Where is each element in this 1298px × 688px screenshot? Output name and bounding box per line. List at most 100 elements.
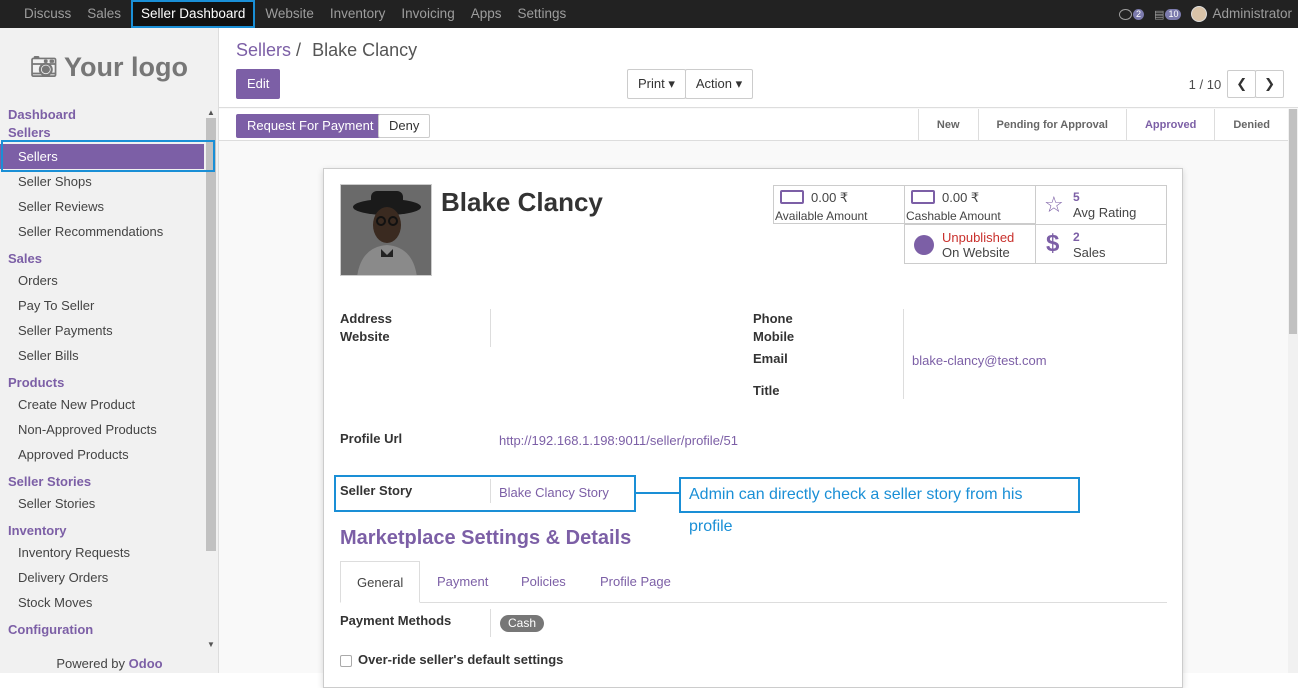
form-sheet: Blake Clancy 0.00 ₹ Available Amount 0.0… [323, 168, 1183, 688]
website-field-label: Website [340, 329, 390, 344]
main-content: Sellers / Blake Clancy Edit Print ▾ Acti… [219, 28, 1298, 688]
cashable-amount-label: Cashable Amount [906, 209, 1001, 223]
powered-by: Powered by Odoo [0, 655, 219, 673]
company-logo[interactable]: 📷︎ Your logo [0, 28, 218, 106]
activity-count-badge: 10 [1165, 8, 1182, 20]
cashable-amount-button[interactable]: 0.00 ₹ Cashable Amount [904, 185, 1036, 224]
override-checkbox[interactable] [340, 654, 352, 667]
pager-previous[interactable]: ❮ [1227, 70, 1257, 98]
tab-profile-page[interactable]: Profile Page [584, 561, 687, 603]
sidebar-item-seller-stories[interactable]: Seller Stories [0, 491, 204, 516]
powered-by-brand[interactable]: Odoo [129, 656, 163, 671]
cash-tag: Cash [500, 615, 545, 632]
caret-down-icon: ▾ [668, 76, 675, 91]
stage-pending-approval[interactable]: Pending for Approval [977, 109, 1126, 141]
caret-down-icon: ▾ [735, 76, 743, 91]
sidebar-item-seller-payments[interactable]: Seller Payments [0, 318, 204, 343]
avg-rating-label: Avg Rating [1073, 205, 1137, 220]
menu-sales[interactable]: Sales [79, 0, 129, 28]
email-value[interactable]: blake-clancy@test.com [912, 353, 1047, 368]
action-dropdown[interactable]: Action ▾ [684, 69, 754, 99]
stage-denied[interactable]: Denied [1214, 109, 1288, 141]
chat-icon [1119, 8, 1133, 20]
sidebar-item-pay-to-seller[interactable]: Pay To Seller [0, 293, 204, 318]
money-icon [911, 190, 935, 204]
camera-icon: 📷︎ [30, 54, 58, 79]
sales-button[interactable]: $ 2 Sales [1035, 224, 1167, 264]
sidebar-scroll-thumb[interactable] [206, 118, 216, 551]
available-amount-button[interactable]: 0.00 ₹ Available Amount [773, 185, 905, 224]
sidebar-item-seller-bills[interactable]: Seller Bills [0, 343, 204, 368]
sidebar-item-orders[interactable]: Orders [0, 268, 204, 293]
profile-url-link[interactable]: http://192.168.1.198:9011/seller/profile… [499, 433, 738, 448]
pager-next[interactable]: ❯ [1255, 70, 1284, 98]
main-scroll-thumb[interactable] [1289, 109, 1297, 334]
messaging-button[interactable]: 2 [1119, 8, 1145, 20]
sidebar-item-delivery-orders[interactable]: Delivery Orders [0, 565, 204, 590]
main-scrollbar[interactable] [1288, 109, 1298, 673]
available-amount-value: 0.00 ₹ [811, 190, 849, 205]
sidebar-item-create-new-product[interactable]: Create New Product [0, 392, 204, 417]
activity-button[interactable]: ▤ 10 [1154, 8, 1182, 21]
menu-website[interactable]: Website [257, 0, 322, 28]
deny-button[interactable]: Deny [378, 114, 431, 138]
sidebar-item-seller-shops[interactable]: Seller Shops [0, 169, 204, 194]
sidebar-item-inventory-requests[interactable]: Inventory Requests [0, 540, 204, 565]
available-amount-label: Available Amount [775, 209, 868, 223]
seller-photo[interactable] [340, 184, 432, 276]
sidebar-item-stock-moves[interactable]: Stock Moves [0, 590, 204, 615]
sidebar-scrollbar[interactable]: ▲ ▼ [205, 106, 217, 651]
stage-approved[interactable]: Approved [1125, 109, 1214, 141]
payment-methods-label: Payment Methods [340, 613, 452, 628]
request-payment-button[interactable]: Request For Payment [236, 114, 385, 138]
sidebar-item-seller-reviews[interactable]: Seller Reviews [0, 194, 204, 219]
print-dropdown[interactable]: Print ▾ [627, 69, 686, 99]
notebook-tabs: General Payment Policies Profile Page [340, 561, 1167, 603]
chat-count-badge: 2 [1133, 8, 1145, 20]
star-icon: ☆ [1044, 192, 1064, 217]
tab-general[interactable]: General [340, 561, 421, 603]
menu-settings[interactable]: Settings [510, 0, 575, 28]
menu-seller-dashboard[interactable]: Seller Dashboard [131, 0, 256, 28]
scroll-up-icon[interactable]: ▲ [207, 108, 215, 117]
title-label: Title [753, 383, 780, 398]
payment-method-tag[interactable]: Cash [500, 615, 545, 632]
breadcrumb-sellers[interactable]: Sellers [236, 40, 291, 60]
field-divider [490, 309, 491, 347]
sidebar-highlight-box [1, 140, 215, 172]
seller-name: Blake Clancy [441, 187, 603, 217]
sidebar-item-approved-products[interactable]: Approved Products [0, 442, 204, 467]
profile-url-label: Profile Url [340, 431, 403, 446]
email-label: Email [753, 351, 788, 366]
menu-apps[interactable]: Apps [463, 0, 510, 28]
callout-connector [636, 492, 680, 494]
menu-discuss[interactable]: Discuss [0, 0, 79, 28]
pager: 1 / 10 ❮ ❯ [1189, 70, 1284, 98]
override-label: Over-ride seller's default settings [358, 652, 564, 667]
menu-inventory[interactable]: Inventory [322, 0, 394, 28]
avg-rating-button[interactable]: ☆ 5 Avg Rating [1035, 185, 1167, 225]
tab-policies[interactable]: Policies [505, 561, 582, 603]
pager-value[interactable]: 1 / 10 [1189, 77, 1222, 92]
website-publish-button[interactable]: Unpublished On Website [904, 224, 1036, 264]
money-icon [780, 190, 804, 204]
section-title: Marketplace Settings & Details [340, 527, 632, 549]
app-menu: Discuss Sales Seller Dashboard Website I… [0, 0, 574, 28]
user-menu[interactable]: Administrator [1191, 6, 1292, 23]
seller-story-highlight-box [334, 475, 636, 512]
sidebar-header-configuration[interactable]: Configuration [0, 615, 204, 645]
breadcrumb-current: Blake Clancy [312, 40, 418, 60]
edit-button[interactable]: Edit [236, 69, 281, 99]
scroll-down-icon[interactable]: ▼ [207, 640, 215, 649]
menu-invoicing[interactable]: Invoicing [393, 0, 462, 28]
sidebar-buttons: Print ▾ Action ▾ [627, 69, 754, 99]
sidebar-item-non-approved-products[interactable]: Non-Approved Products [0, 417, 204, 442]
sidebar-item-seller-recommendations[interactable]: Seller Recommendations [0, 219, 204, 244]
tab-payment[interactable]: Payment [421, 561, 504, 603]
sidebar-header-dashboard[interactable]: Dashboard [0, 106, 204, 124]
print-label: Print [638, 76, 665, 91]
breadcrumb: Sellers / Blake Clancy [236, 40, 417, 61]
override-settings-row: Over-ride seller's default settings [340, 652, 563, 667]
control-panel: Sellers / Blake Clancy Edit Print ▾ Acti… [219, 28, 1298, 108]
stage-new[interactable]: New [917, 109, 978, 141]
